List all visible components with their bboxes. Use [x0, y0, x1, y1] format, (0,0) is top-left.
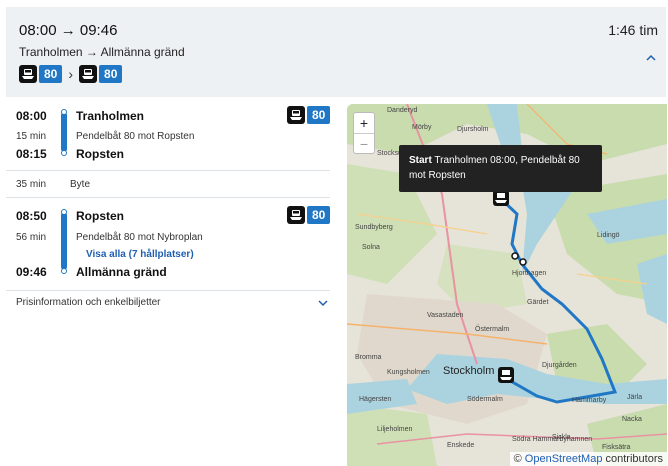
- leg-departure-time: 08:00: [16, 109, 47, 123]
- map-place-label: Sundbyberg: [355, 224, 393, 231]
- zoom-out-button[interactable]: −: [354, 133, 374, 154]
- map-place-label: Solna: [362, 244, 380, 251]
- map-place-label: Liljeholmen: [377, 426, 413, 433]
- ferry-icon: [79, 65, 98, 83]
- map-place-label: Hammarby: [572, 397, 607, 404]
- map-place-label: Mörby: [412, 124, 432, 131]
- leg-description: Pendelbåt 80 mot Ropsten: [76, 131, 195, 142]
- trip-line-badges: 80 › 80: [19, 65, 123, 83]
- ferry-icon: [287, 106, 305, 124]
- trip-summary-header[interactable]: 08:00 → 09:46 Tranholmen → Allmänna grän…: [6, 7, 666, 97]
- leg-arrival-stop[interactable]: Ropsten: [76, 147, 124, 161]
- leg-line-badge: 80: [287, 206, 331, 224]
- chevron-right-icon: ›: [68, 66, 74, 82]
- map-place-label: Djurgården: [542, 362, 577, 369]
- ferry-icon: [19, 65, 37, 83]
- price-info-row[interactable]: Prisinformation och enkelbiljetter: [6, 291, 330, 315]
- tooltip-text: Tranholmen 08:00, Pendelbåt 80 mot Ropst…: [409, 155, 580, 181]
- stop-dot: [61, 209, 67, 215]
- divider: [6, 170, 330, 171]
- map-place-label: Fisksätra: [602, 444, 631, 451]
- map-city-label: Stockholm: [443, 365, 495, 377]
- chevron-up-icon[interactable]: [646, 53, 656, 63]
- line-number: 80: [307, 206, 331, 224]
- map-place-label: Hägersten: [359, 396, 392, 403]
- leg-departure-stop[interactable]: Ropsten: [76, 209, 124, 223]
- divider: [6, 197, 330, 198]
- copyright-symbol: ©: [513, 453, 522, 465]
- ferry-end-marker: [498, 367, 514, 383]
- route-line: [61, 212, 67, 270]
- map-place-label: Enskede: [447, 442, 475, 449]
- line-number: 80: [307, 106, 331, 124]
- transfer-label: Byte: [70, 179, 91, 190]
- line-badge: 80: [19, 65, 63, 83]
- ferry-icon: [287, 206, 305, 224]
- leg-arrival-time: 09:46: [16, 265, 47, 279]
- map-place-label: Södra Hammarbyhamnen: [512, 436, 593, 443]
- leg-description: Pendelbåt 80 mot Nybroplan: [76, 232, 203, 243]
- map-place-label: Lidingö: [597, 232, 620, 239]
- line-number: 80: [99, 65, 123, 83]
- map-place-label: Danderyd: [387, 107, 418, 114]
- show-all-stops-link[interactable]: Visa alla (7 hållplatser): [86, 249, 194, 260]
- map-place-label: Hjorthagen: [512, 270, 547, 277]
- map-place-label: Nacka: [622, 416, 642, 423]
- map-place-label: Östermalm: [475, 326, 510, 333]
- map-zoom-control: + −: [353, 112, 375, 154]
- map-place-label: Södermalm: [467, 396, 503, 403]
- trip-route: Tranholmen → Allmänna gränd: [19, 45, 185, 59]
- route-map[interactable]: Danderyd Mörby Djursholm Lidingö Stocksu…: [347, 104, 667, 466]
- map-place-label: Djursholm: [457, 126, 489, 133]
- leg-departure-time: 08:50: [16, 209, 47, 223]
- stop-dot: [61, 268, 67, 274]
- trip-duration: 1:46 tim: [608, 22, 658, 38]
- leg-arrival-stop[interactable]: Allmänna gränd: [76, 265, 167, 279]
- stop-dot: [61, 109, 67, 115]
- zoom-in-button[interactable]: +: [354, 113, 374, 133]
- leg-departure-stop[interactable]: Tranholmen: [76, 109, 144, 123]
- route-line: [61, 112, 67, 152]
- leg-line-badge: 80: [287, 106, 331, 124]
- osm-link[interactable]: OpenStreetMap: [525, 453, 603, 465]
- chevron-down-icon: [318, 300, 328, 307]
- map-place-label: Kungsholmen: [387, 369, 430, 376]
- tooltip-title: Start: [409, 155, 432, 166]
- map-place-label: Vasastaden: [427, 312, 464, 319]
- map-place-label: Bromma: [355, 354, 382, 361]
- map-place-label: Järla: [627, 394, 643, 401]
- map-tooltip: Start Tranholmen 08:00, Pendelbåt 80 mot…: [399, 145, 602, 192]
- leg-arrival-time: 08:15: [16, 147, 47, 161]
- map-attribution: © OpenStreetMap contributors: [509, 452, 667, 466]
- leg-duration: 56 min: [16, 232, 47, 243]
- trip-time-range: 08:00 → 09:46: [19, 22, 118, 39]
- transfer-duration: 35 min: [16, 179, 47, 190]
- attribution-suffix: contributors: [605, 453, 663, 465]
- leg-duration: 15 min: [16, 131, 47, 142]
- trip-details-panel: 08:00 Tranholmen 15 min Pendelbåt 80 mot…: [6, 98, 340, 466]
- map-place-label: Gärdet: [527, 299, 549, 306]
- line-badge: 80: [79, 65, 123, 83]
- line-number: 80: [39, 65, 63, 83]
- ferry-start-marker: [493, 190, 509, 206]
- price-info-label: Prisinformation och enkelbiljetter: [16, 297, 161, 308]
- stop-dot: [61, 150, 67, 156]
